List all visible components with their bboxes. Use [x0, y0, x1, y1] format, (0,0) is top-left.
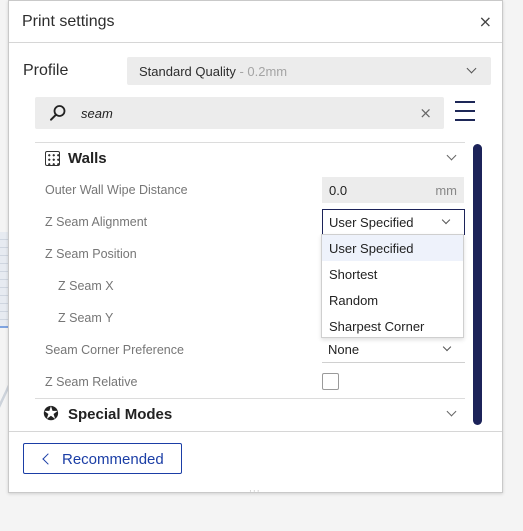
setting-label: Z Seam Y — [58, 311, 114, 325]
z-seam-alignment-dropdown: User Specified Shortest Random Sharpest … — [321, 234, 464, 338]
setting-label: Outer Wall Wipe Distance — [45, 183, 188, 197]
dropdown-option[interactable]: Random — [322, 287, 463, 313]
z-seam-relative-checkbox[interactable] — [322, 373, 339, 390]
z-seam-alignment-select[interactable]: User Specified — [322, 209, 465, 235]
search-field[interactable]: seam × — [35, 97, 444, 129]
chevron-down-icon — [442, 342, 452, 352]
select-value: User Specified — [329, 215, 414, 230]
recommended-label: Recommended — [62, 451, 164, 468]
footer-divider — [9, 431, 502, 432]
dropdown-option[interactable]: Sharpest Corner — [322, 313, 463, 339]
profile-variant: 0.2mm — [247, 64, 288, 79]
setting-z-seam-relative: Z Seam Relative — [35, 366, 465, 398]
chevron-left-icon — [42, 453, 54, 465]
panel-title: Print settings — [22, 13, 115, 30]
section-special-modes[interactable]: ✪ Special Modes — [35, 398, 465, 430]
profile-separator: - — [235, 64, 248, 79]
dropdown-option[interactable]: User Specified — [322, 235, 463, 261]
section-walls[interactable]: Walls — [35, 142, 465, 174]
setting-label: Z Seam Relative — [45, 375, 138, 389]
unit-label: mm — [435, 183, 457, 198]
close-icon[interactable]: × — [479, 12, 492, 31]
resize-handle[interactable]: ··· — [249, 487, 261, 497]
star-icon: ✪ — [43, 403, 59, 425]
select-value: None — [328, 342, 360, 357]
setting-label: Seam Corner Preference — [45, 343, 184, 357]
chevron-down-icon — [466, 63, 477, 74]
profile-value: Standard Quality — [139, 64, 236, 79]
setting-label: Z Seam Position — [45, 247, 137, 261]
outer-wall-wipe-distance-input[interactable]: 0.0 mm — [322, 177, 464, 203]
clear-search-icon[interactable]: × — [419, 104, 432, 122]
setting-outer-wall-wipe-distance: Outer Wall Wipe Distance 0.0 mm — [35, 174, 465, 206]
field-value: 0.0 — [329, 183, 348, 198]
section-walls-title: Walls — [68, 150, 107, 167]
chevron-down-icon — [446, 406, 457, 417]
chevron-down-icon — [446, 150, 457, 161]
setting-label: Z Seam Alignment — [45, 215, 148, 229]
recommended-button[interactable]: Recommended — [23, 443, 182, 474]
section-special-modes-title: Special Modes — [68, 406, 173, 423]
walls-grid-icon — [45, 151, 60, 166]
settings-menu-icon[interactable] — [455, 101, 475, 123]
settings-scrollbar[interactable] — [473, 144, 482, 425]
search-icon — [50, 105, 66, 121]
search-input[interactable]: seam — [81, 106, 113, 121]
title-bar: Print settings × — [9, 1, 502, 43]
seam-corner-preference-select[interactable]: None — [322, 337, 465, 363]
dropdown-option[interactable]: Shortest — [322, 261, 463, 287]
chevron-down-icon — [441, 215, 451, 225]
setting-label: Z Seam X — [58, 279, 114, 293]
profile-select[interactable]: Standard Quality - 0.2mm — [127, 57, 491, 85]
profile-label: Profile — [23, 62, 69, 79]
